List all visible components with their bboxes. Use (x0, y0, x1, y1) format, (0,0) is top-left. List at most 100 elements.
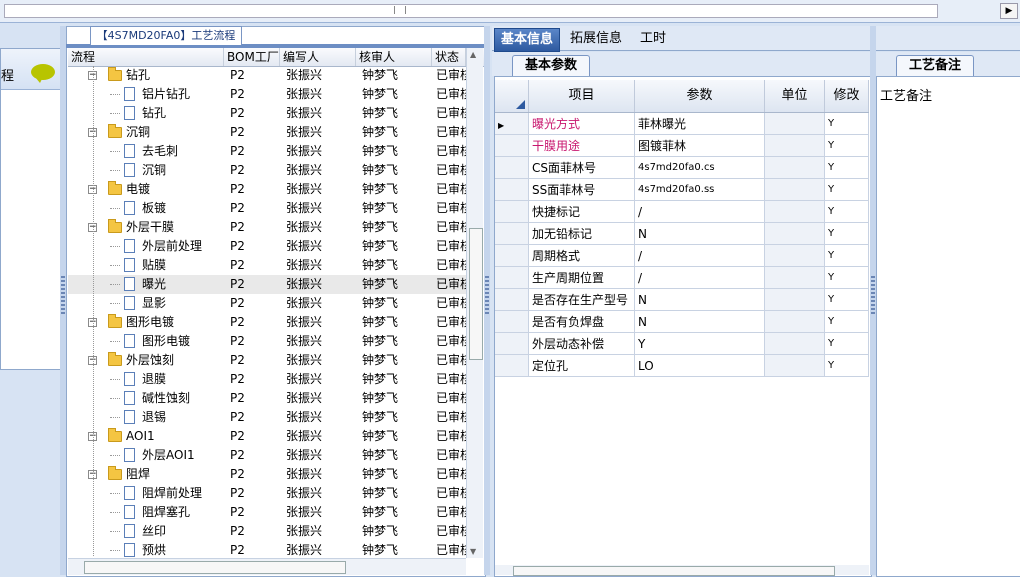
scroll-up-arrow-icon[interactable]: ▲ (470, 50, 476, 59)
grid-col-param[interactable]: 参数 (635, 80, 765, 112)
tree-row[interactable]: 碱性蚀刻 P2 张振兴 钟梦飞 已审核 (68, 389, 466, 408)
tree-row[interactable]: 退膜 P2 张振兴 钟梦飞 已审核 (68, 370, 466, 389)
param-modify-cell[interactable]: Y (825, 223, 869, 245)
row-selector[interactable] (495, 245, 529, 267)
comment-bubble-icon[interactable] (31, 64, 55, 83)
tree-row[interactable]: 退锡 P2 张振兴 钟梦飞 已审核 (68, 408, 466, 427)
param-unit-cell[interactable] (765, 245, 825, 267)
row-selector[interactable] (495, 157, 529, 179)
splitter-grip-icon[interactable] (485, 276, 489, 316)
param-modify-cell[interactable]: Y (825, 201, 869, 223)
param-unit-cell[interactable] (765, 289, 825, 311)
param-unit-cell[interactable] (765, 311, 825, 333)
tree-row[interactable]: −阻焊P2张振兴钟梦飞已审核 (68, 465, 466, 484)
params-grid-row[interactable]: 加无铅标记 N Y (495, 223, 869, 245)
param-modify-cell[interactable]: Y (825, 113, 869, 135)
tab-work-hours[interactable]: 工时 (634, 28, 672, 50)
col-header-bom[interactable]: BOM工厂 (224, 48, 280, 66)
params-grid-row[interactable]: 是否有负焊盘 N Y (495, 311, 869, 333)
scroll-down-arrow-icon[interactable]: ▼ (470, 547, 476, 556)
row-selector[interactable] (495, 311, 529, 333)
param-value-cell[interactable]: N (635, 223, 765, 245)
param-modify-cell[interactable]: Y (825, 179, 869, 201)
middle-splitter[interactable] (484, 26, 490, 575)
row-selector[interactable] (495, 223, 529, 245)
tree-row[interactable]: −外层干膜P2张振兴钟梦飞已审核 (68, 218, 466, 237)
param-value-cell[interactable]: 4s7md20fa0.ss (635, 179, 765, 201)
tree-row[interactable]: −钻孔P2张振兴钟梦飞已审核 (68, 66, 466, 85)
tree-row[interactable]: 钻孔 P2 张振兴 钟梦飞 已审核 (68, 104, 466, 123)
tree-row[interactable]: 曝光 P2 张振兴 钟梦飞 已审核 (68, 275, 466, 294)
row-selector[interactable] (495, 135, 529, 157)
grid-col-item[interactable]: 项目 (529, 80, 635, 112)
param-unit-cell[interactable] (765, 179, 825, 201)
col-header-flow[interactable]: 流程 (68, 48, 224, 66)
param-item-cell[interactable]: 干膜用途 (529, 135, 635, 157)
param-unit-cell[interactable] (765, 355, 825, 377)
param-item-cell[interactable]: SS面菲林号 (529, 179, 635, 201)
col-header-reviewer[interactable]: 核审人 (356, 48, 432, 66)
param-value-cell[interactable]: / (635, 245, 765, 267)
params-grid-row[interactable]: 是否存在生产型号 N Y (495, 289, 869, 311)
tree-row[interactable]: 图形电镀 P2 张振兴 钟梦飞 已审核 (68, 332, 466, 351)
param-item-cell[interactable]: 快捷标记 (529, 201, 635, 223)
param-value-cell[interactable]: / (635, 267, 765, 289)
tree-row[interactable]: −电镀P2张振兴钟梦飞已审核 (68, 180, 466, 199)
params-grid-row[interactable]: 外层动态补偿 Y Y (495, 333, 869, 355)
param-unit-cell[interactable] (765, 267, 825, 289)
param-modify-cell[interactable]: Y (825, 355, 869, 377)
tree-row[interactable]: −外层蚀刻P2张振兴钟梦飞已审核 (68, 351, 466, 370)
top-scrollbar-track[interactable] (4, 4, 938, 18)
param-modify-cell[interactable]: Y (825, 289, 869, 311)
param-unit-cell[interactable] (765, 201, 825, 223)
flow-tree-horizontal-scrollbar[interactable] (68, 558, 466, 575)
tree-row[interactable]: 丝印 P2 张振兴 钟梦飞 已审核 (68, 522, 466, 541)
param-item-cell[interactable]: 加无铅标记 (529, 223, 635, 245)
param-modify-cell[interactable]: Y (825, 157, 869, 179)
tree-row[interactable]: 外层前处理 P2 张振兴 钟梦飞 已审核 (68, 237, 466, 256)
param-value-cell[interactable]: N (635, 311, 765, 333)
tree-row[interactable]: 板镀 P2 张振兴 钟梦飞 已审核 (68, 199, 466, 218)
param-value-cell[interactable]: N (635, 289, 765, 311)
param-value-cell[interactable]: 图镀菲林 (635, 135, 765, 157)
param-modify-cell[interactable]: Y (825, 135, 869, 157)
param-modify-cell[interactable]: Y (825, 245, 869, 267)
params-grid-row[interactable]: ▶ 曝光方式 菲林曝光 Y (495, 113, 869, 135)
grid-col-modify[interactable]: 修改 (825, 80, 869, 112)
param-value-cell[interactable]: / (635, 201, 765, 223)
process-notes-panel[interactable]: 工艺备注 (876, 76, 1020, 577)
row-selector[interactable] (495, 289, 529, 311)
params-grid-row[interactable]: 周期格式 / Y (495, 245, 869, 267)
row-selector[interactable]: ▶ (495, 113, 529, 135)
flow-tree-vertical-scrollbar[interactable]: ▲ ▼ (466, 48, 483, 558)
param-modify-cell[interactable]: Y (825, 311, 869, 333)
tree-row[interactable]: 阻焊前处理 P2 张振兴 钟梦飞 已审核 (68, 484, 466, 503)
top-scrollbar-grip[interactable] (394, 6, 406, 14)
param-item-cell[interactable]: 外层动态补偿 (529, 333, 635, 355)
row-selector[interactable] (495, 201, 529, 223)
param-unit-cell[interactable] (765, 135, 825, 157)
splitter-grip-icon[interactable] (61, 276, 65, 316)
tree-row[interactable]: −AOI1P2张振兴钟梦飞已审核 (68, 427, 466, 446)
tree-row[interactable]: −沉铜P2张振兴钟梦飞已审核 (68, 123, 466, 142)
params-grid-row[interactable]: 干膜用途 图镀菲林 Y (495, 135, 869, 157)
tree-row[interactable]: 外层AOI1 P2 张振兴 钟梦飞 已审核 (68, 446, 466, 465)
param-item-cell[interactable]: 曝光方式 (529, 113, 635, 135)
param-unit-cell[interactable] (765, 157, 825, 179)
tree-row[interactable]: −图形电镀P2张振兴钟梦飞已审核 (68, 313, 466, 332)
tab-basic-params[interactable]: 基本参数 (512, 55, 591, 76)
param-item-cell[interactable]: CS面菲林号 (529, 157, 635, 179)
tree-row[interactable]: 沉铜 P2 张振兴 钟梦飞 已审核 (68, 161, 466, 180)
params-grid-row[interactable]: SS面菲林号 4s7md20fa0.ss Y (495, 179, 869, 201)
top-scrollbar[interactable]: ▶ (0, 0, 1020, 23)
params-grid-hscrollbar[interactable] (495, 565, 869, 576)
param-value-cell[interactable]: LO (635, 355, 765, 377)
param-item-cell[interactable]: 周期格式 (529, 245, 635, 267)
param-modify-cell[interactable]: Y (825, 333, 869, 355)
col-header-status[interactable]: 状态 (432, 48, 466, 66)
row-selector[interactable] (495, 267, 529, 289)
tree-row[interactable]: 阻焊塞孔 P2 张振兴 钟梦飞 已审核 (68, 503, 466, 522)
params-grid-row[interactable]: 快捷标记 / Y (495, 201, 869, 223)
flow-tree-hscroll-thumb[interactable] (84, 561, 346, 574)
param-unit-cell[interactable] (765, 333, 825, 355)
